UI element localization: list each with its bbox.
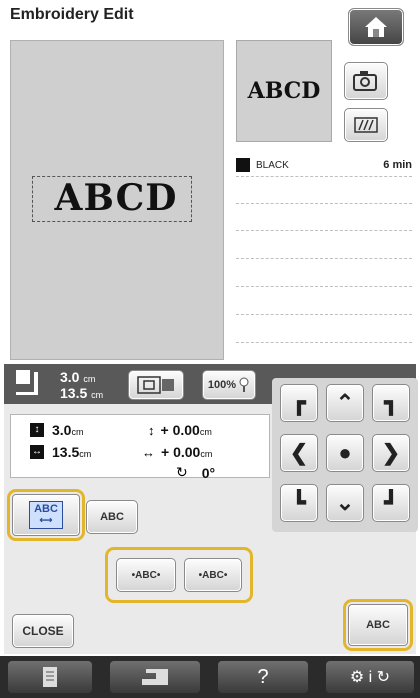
close-button[interactable]: CLOSE: [12, 614, 74, 648]
move-left-button[interactable]: ❮: [280, 434, 318, 472]
angle-value: 0°: [201, 464, 216, 481]
increase-spacing-label: •ABC•: [198, 569, 228, 581]
move-up-button[interactable]: ⌃: [326, 384, 364, 422]
decrease-spacing-button[interactable]: •ABC•: [116, 558, 176, 592]
width-row: ↔ 13.5cm: [30, 444, 91, 460]
pattern-preview: ABCD: [236, 40, 332, 142]
move-up-left-button[interactable]: ┏: [280, 384, 318, 422]
text-direction-button[interactable]: ABC: [343, 599, 413, 651]
stitch-time: 6 min: [383, 159, 412, 171]
text-array-button[interactable]: ABC ⟷: [7, 489, 85, 541]
divider: [236, 203, 412, 204]
canvas-pattern-text: ABCD: [54, 177, 178, 219]
zoom-button[interactable]: 100%: [202, 370, 256, 400]
camera-icon: [353, 71, 377, 91]
sewing-machine-button[interactable]: [110, 661, 200, 693]
thread-row: BLACK 6 min: [236, 154, 412, 176]
width-value: 13.5cm: [52, 444, 92, 460]
text-direction-label: ABC: [366, 619, 390, 631]
corner-up-left-icon: ┏: [292, 390, 306, 415]
help-button[interactable]: ?: [218, 661, 308, 693]
zoom-label: 100%: [207, 379, 237, 391]
document-icon: [43, 667, 57, 687]
thread-color-name: BLACK: [256, 159, 289, 171]
text-array-icon: ABC ⟷: [29, 501, 63, 529]
vertical-move-icon: ↕: [148, 422, 155, 438]
sewing-machine-icon: [142, 669, 168, 685]
scan-button[interactable]: [344, 62, 388, 100]
offset-h-value: + 0.00cm: [161, 444, 213, 460]
rotate-icon: ↻: [176, 464, 188, 480]
move-down-left-button[interactable]: ┗: [280, 484, 318, 522]
frame-icon: [137, 376, 174, 394]
magnifier-icon: [239, 377, 249, 392]
corner-up-right-icon: ┓: [384, 390, 398, 415]
help-icon: ?: [257, 665, 269, 688]
size-height: 3.0: [60, 369, 80, 385]
height-value: 3.0cm: [52, 422, 84, 438]
decrease-spacing-label: •ABC•: [131, 569, 161, 581]
move-down-button[interactable]: ⌄: [326, 484, 364, 522]
settings-button[interactable]: ⚙ i ↻: [326, 661, 414, 693]
corner-down-right-icon: ┛: [384, 490, 398, 515]
home-icon: [365, 17, 387, 37]
settings-icon: ⚙ i ↻: [349, 669, 391, 686]
move-down-right-button[interactable]: ┛: [372, 484, 410, 522]
thread-swatch: [236, 158, 250, 172]
fabric-button[interactable]: [344, 108, 388, 142]
divider: [236, 230, 412, 231]
size-icon: [12, 368, 48, 400]
fabric-icon: [354, 117, 378, 133]
offset-v-row: ↕ + 0.00cm: [148, 422, 212, 438]
chevron-left-icon: ❮: [289, 440, 309, 465]
center-button[interactable]: ●: [326, 434, 364, 472]
close-label: CLOSE: [22, 624, 64, 638]
move-right-button[interactable]: ❯: [372, 434, 410, 472]
corner-down-left-icon: ┗: [292, 490, 306, 515]
letter-spacing-button[interactable]: ABC: [86, 500, 138, 534]
center-dot-icon: ●: [338, 440, 352, 465]
move-up-right-button[interactable]: ┓: [372, 384, 410, 422]
increase-spacing-button[interactable]: •ABC•: [184, 558, 242, 592]
divider: [236, 342, 412, 343]
horizontal-move-icon: ↔: [142, 444, 155, 460]
frame-button[interactable]: [128, 370, 184, 400]
home-button[interactable]: [348, 8, 404, 46]
chevron-right-icon: ❯: [381, 440, 401, 465]
page-title: Embroidery Edit: [10, 6, 134, 23]
size-width: 13.5: [60, 385, 88, 401]
offset-h-row: ↔ + 0.00cm: [142, 444, 212, 460]
divider: [236, 286, 412, 287]
divider: [236, 176, 412, 177]
offset-v-value: + 0.00cm: [160, 422, 212, 438]
document-button[interactable]: [8, 661, 92, 693]
divider: [236, 314, 412, 315]
chevron-up-icon: ⌃: [335, 390, 355, 415]
width-icon: ↔: [30, 445, 44, 459]
angle-row: ↻ 0°: [176, 464, 215, 481]
size-readout: 3.0 cm 13.5 cm: [60, 369, 104, 401]
divider: [236, 258, 412, 259]
chevron-down-icon: ⌄: [335, 490, 355, 515]
height-icon: ↕: [30, 423, 44, 437]
letter-spacing-label: ABC: [100, 511, 124, 523]
height-row: ↕ 3.0cm: [30, 422, 83, 438]
